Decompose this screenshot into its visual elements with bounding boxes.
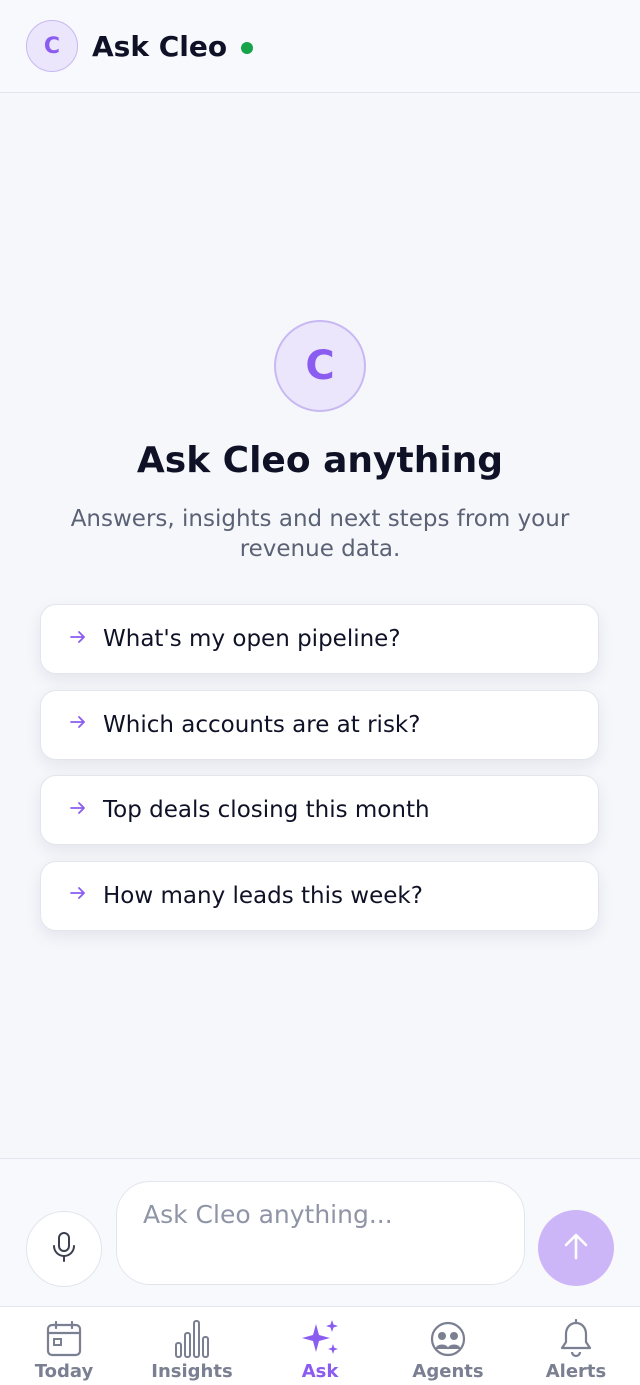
send-button[interactable] <box>538 1210 614 1286</box>
suggestion-top-deals[interactable]: Top deals closing this month <box>40 775 599 845</box>
hero-avatar: C <box>274 320 366 412</box>
nav-alerts[interactable]: Alerts <box>512 1307 640 1385</box>
microphone-button[interactable] <box>26 1211 102 1287</box>
agents-icon <box>429 1319 467 1359</box>
suggestion-leads-this-week[interactable]: How many leads this week? <box>40 860 599 931</box>
arrow-right-icon <box>69 713 91 736</box>
nav-ask[interactable]: Ask <box>256 1307 384 1385</box>
bottom-nav: Today Insights Ask Agents Alerts <box>0 1306 640 1385</box>
suggestion-label: What's my open pipeline? <box>103 626 401 652</box>
suggestion-accounts-at-risk[interactable]: Which accounts are at risk? <box>40 689 599 760</box>
nav-label: Agents <box>412 1361 484 1382</box>
arrow-up-icon <box>562 1231 590 1265</box>
nav-label: Alerts <box>545 1361 607 1382</box>
microphone-icon <box>50 1231 78 1267</box>
ask-cleo-screen: C Ask Cleo C Ask Cleo anything Answers, … <box>0 0 640 1385</box>
nav-today[interactable]: Today <box>0 1307 128 1385</box>
nav-insights[interactable]: Insights <box>128 1307 256 1385</box>
suggestion-list: What's my open pipeline? Which accounts … <box>40 604 599 946</box>
page-title: Ask Cleo <box>92 29 228 63</box>
hero-subtitle: Answers, insights and next steps from yo… <box>70 506 570 562</box>
sparkles-icon <box>298 1319 342 1359</box>
bell-icon <box>558 1319 594 1359</box>
suggestion-label: Which accounts are at risk? <box>103 711 421 738</box>
header: C Ask Cleo <box>0 0 640 93</box>
online-status-dot <box>241 41 254 54</box>
calendar-icon <box>45 1319 83 1359</box>
suggestion-open-pipeline[interactable]: What's my open pipeline? <box>40 604 599 674</box>
arrow-right-icon <box>69 884 91 907</box>
cleo-avatar: C <box>26 20 78 72</box>
composer <box>0 1158 640 1306</box>
arrow-right-icon <box>69 799 91 822</box>
arrow-right-icon <box>69 628 91 651</box>
message-input[interactable] <box>116 1181 525 1285</box>
nav-label: Today <box>34 1361 94 1382</box>
suggestion-label: How many leads this week? <box>103 882 423 909</box>
bar-chart-icon <box>173 1319 211 1359</box>
nav-label: Ask <box>301 1361 339 1382</box>
suggestion-label: Top deals closing this month <box>103 797 430 823</box>
hero-title: Ask Cleo anything <box>136 440 504 481</box>
nav-label: Insights <box>151 1361 233 1382</box>
nav-agents[interactable]: Agents <box>384 1307 512 1385</box>
